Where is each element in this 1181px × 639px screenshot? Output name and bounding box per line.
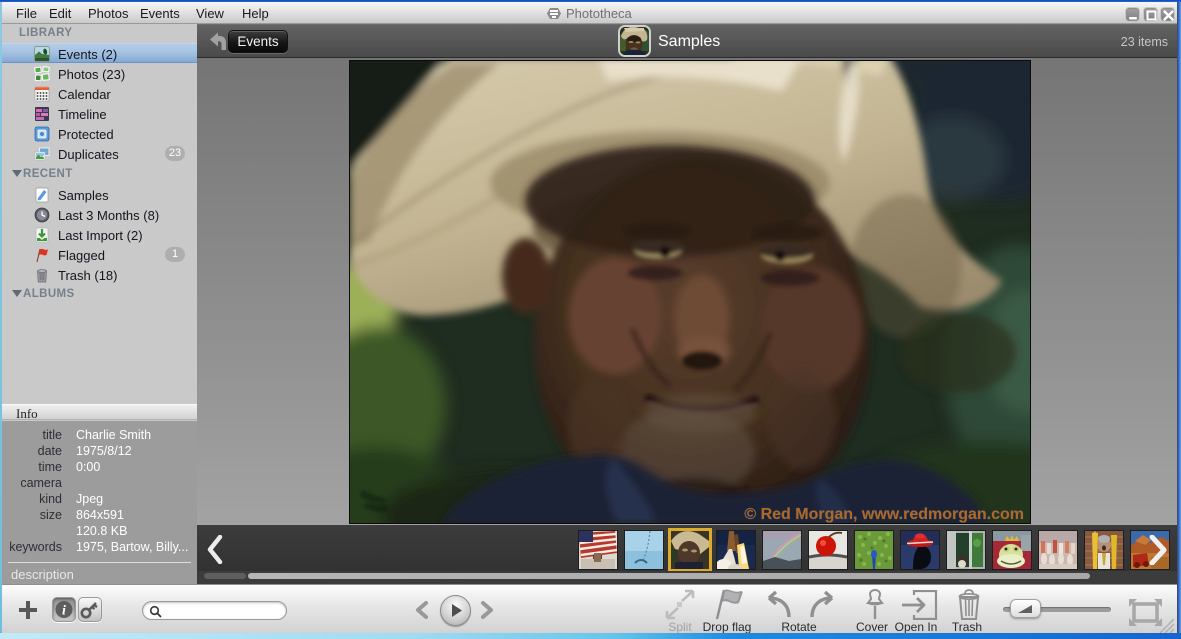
svg-text:i: i <box>62 604 66 619</box>
svg-text:© Red Morgan, www.redmorgan.co: © Red Morgan, www.redmorgan.com <box>744 506 1024 523</box>
